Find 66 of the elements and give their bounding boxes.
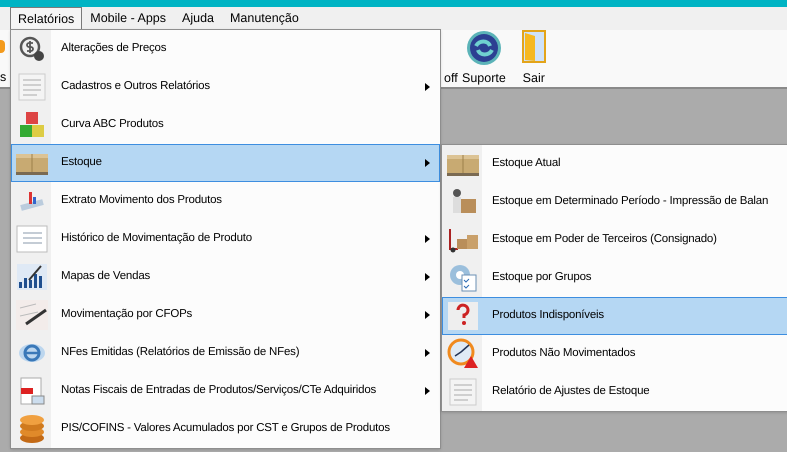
- question-mark-icon: [448, 302, 478, 330]
- menu-item[interactable]: Produtos Não Movimentados: [442, 335, 787, 373]
- menu-item[interactable]: Produtos Indisponíveis: [442, 297, 787, 335]
- menu-bar-item[interactable]: Mobile - Apps: [82, 7, 174, 30]
- menu-item[interactable]: Histórico de Movimentação de Produto: [11, 220, 440, 258]
- menu-item-label: Curva ABC Produtos: [61, 117, 165, 132]
- menu-item-label: Movimentação por CFOPs: [61, 307, 194, 322]
- submenu-arrow-icon: [425, 235, 430, 243]
- hand-truck-icon: [446, 227, 478, 253]
- support-button[interactable]: Suporte: [460, 30, 508, 88]
- menu-item[interactable]: Estoque Atual: [442, 145, 787, 183]
- menu-item-label: Produtos Indisponíveis: [492, 308, 605, 324]
- menu-item-label: Alterações de Preços: [61, 41, 168, 56]
- menu-item[interactable]: Estoque em Poder de Terceiros (Consignado): [442, 221, 787, 259]
- menu-item[interactable]: Movimentação por CFOPs: [11, 296, 440, 334]
- menu-item[interactable]: Cadastros e Outros Relatórios: [11, 68, 440, 106]
- dollar-cursor-icon: [18, 35, 46, 63]
- menu-item[interactable]: Curva ABC Produtos: [11, 106, 440, 144]
- menu-item[interactable]: Estoque em Determinado Período - Impressão de Balan: [442, 183, 787, 221]
- gear-checklist-icon: [448, 263, 478, 293]
- submenu-arrow-icon: [425, 387, 430, 395]
- menu-item-label: NFes Emitidas (Relatórios de Emissão de NFes): [61, 345, 300, 360]
- submenu-arrow-icon: [425, 83, 430, 91]
- toolbar-label[interactable]: off: [444, 69, 458, 88]
- pen-paper-icon: [16, 300, 48, 330]
- menu-item-label: Estoque: [61, 155, 103, 170]
- submenu-arrow-icon: [425, 159, 430, 167]
- toolbar-label[interactable]: s: [0, 68, 6, 87]
- menu-bar-item[interactable]: Manutenção: [222, 7, 307, 30]
- coin-stack-icon: [18, 414, 46, 444]
- menu-item-label: Histórico de Movimentação de Produto: [61, 231, 253, 246]
- document-icon: [16, 72, 46, 102]
- door-icon: [522, 30, 546, 63]
- submenu-arrow-icon: [425, 349, 430, 357]
- menu-item[interactable]: Notas Fiscais de Entradas de Produtos/Serviços/CTe Adquiridos: [11, 372, 440, 410]
- menu-item-label: Estoque em Determinado Período - Impressão de Balan: [492, 194, 770, 210]
- menu-item-label: Estoque por Grupos: [492, 270, 592, 286]
- menu-item-label: Extrato Movimento dos Produtos: [61, 193, 223, 208]
- menu-item-label: Estoque Atual: [492, 156, 562, 172]
- menu-bar-item[interactable]: Relatórios: [10, 7, 82, 30]
- submenu-arrow-icon: [425, 273, 430, 281]
- menu-item-label: Relatório de Ajustes de Estoque: [492, 384, 650, 400]
- exit-button[interactable]: Sair: [520, 30, 548, 88]
- menu-item-label: Produtos Não Movimentados: [492, 346, 636, 362]
- menu-item[interactable]: PIS/COFINS - Valores Acumulados por CST e Grupos de Produtos: [11, 410, 440, 448]
- menu-item-label: Notas Fiscais de Entradas de Produtos/Serviços/CTe Adquiridos: [61, 383, 378, 398]
- menu-bar-item[interactable]: Ajuda: [174, 7, 222, 30]
- toolbar-icon[interactable]: [0, 40, 5, 54]
- menu-item-label: PIS/COFINS - Valores Acumulados por CST e Grupos de Produtos: [61, 421, 391, 436]
- list-icon: [16, 225, 48, 253]
- menu-item-label: Cadastros e Outros Relatórios: [61, 79, 211, 94]
- menu-item-label: Estoque em Poder de Terceiros (Consignado): [492, 232, 718, 248]
- menu-item[interactable]: Estoque por Grupos: [442, 259, 787, 297]
- menu-item[interactable]: Extrato Movimento dos Produtos: [11, 182, 440, 220]
- document-icon: [448, 377, 478, 407]
- menu-item[interactable]: Relatório de Ajustes de Estoque: [442, 373, 787, 411]
- sales-graph-icon: [16, 264, 46, 290]
- invoice-icon: [18, 376, 46, 406]
- submenu-arrow-icon: [425, 311, 430, 319]
- menu-item[interactable]: Mapas de Vendas: [11, 258, 440, 296]
- menu-item[interactable]: Alterações de Preços: [11, 30, 440, 68]
- menu-item[interactable]: NFes Emitidas (Relatórios de Emissão de NFes): [11, 334, 440, 372]
- support-swirl-icon: [466, 30, 502, 66]
- menu-item[interactable]: Estoque: [11, 144, 440, 182]
- menu-item-label: Mapas de Vendas: [61, 269, 152, 284]
- clock-warning-icon: [446, 338, 478, 370]
